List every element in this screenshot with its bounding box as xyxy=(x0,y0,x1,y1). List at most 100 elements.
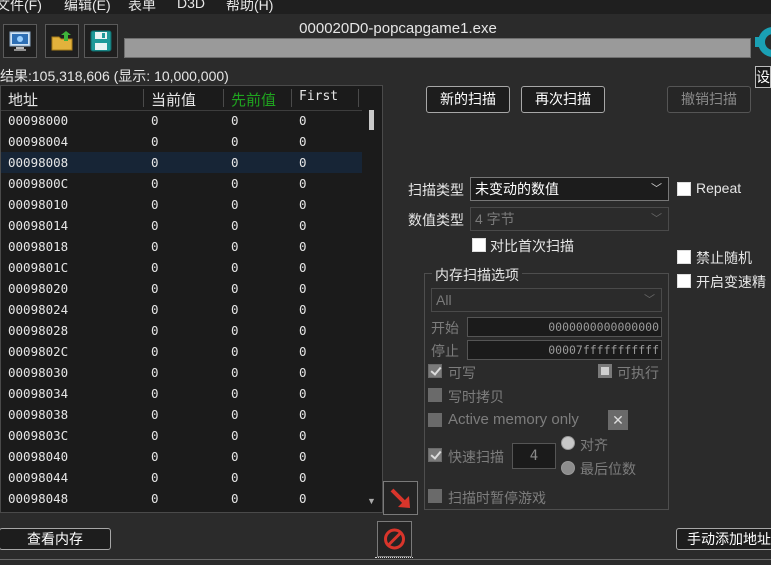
repeat-checkbox[interactable] xyxy=(677,182,691,196)
table-row[interactable]: 00098040 0 0 0 xyxy=(1,446,362,467)
table-row[interactable]: 00098028 0 0 0 xyxy=(1,320,362,341)
align-radio[interactable] xyxy=(561,436,575,450)
menu-d3d[interactable]: D3D xyxy=(177,0,205,11)
cell-first-value: 0 xyxy=(299,428,307,443)
cell-first-value: 0 xyxy=(299,134,307,149)
compare-first-checkbox[interactable] xyxy=(472,238,486,252)
chevron-down-icon: ﹀ xyxy=(651,183,662,195)
table-row[interactable]: 00098010 0 0 0 xyxy=(1,194,362,215)
table-row[interactable]: 00098004 0 0 0 xyxy=(1,131,362,152)
cell-previous-value: 0 xyxy=(231,239,239,254)
table-row[interactable]: 00098020 0 0 0 xyxy=(1,278,362,299)
header-previous-value[interactable]: 先前值 xyxy=(231,89,276,110)
cell-current-value: 0 xyxy=(151,176,159,191)
scan-progress-bar xyxy=(124,38,751,58)
cell-current-value: 0 xyxy=(151,134,159,149)
table-row[interactable]: 0009802C 0 0 0 xyxy=(1,341,362,362)
undo-scan-button[interactable]: 撤销扫描 xyxy=(667,86,751,113)
menu-file[interactable]: 文件(F) xyxy=(0,0,42,14)
cell-previous-value: 0 xyxy=(231,323,239,338)
table-row[interactable]: 00098024 0 0 0 xyxy=(1,299,362,320)
scan-type-select[interactable]: 未变动的数值 ﹀ xyxy=(470,177,669,201)
last-digits-radio[interactable] xyxy=(561,461,575,475)
active-memory-label: Active memory only xyxy=(448,411,579,428)
next-scan-button[interactable]: 再次扫描 xyxy=(521,86,605,113)
cell-first-value: 0 xyxy=(299,113,307,128)
cell-first-value: 0 xyxy=(299,176,307,191)
results-header: 地址 当前值 先前值 First xyxy=(1,86,362,111)
cell-first-value: 0 xyxy=(299,239,307,254)
header-first-value[interactable]: First xyxy=(299,89,338,104)
settings-button[interactable]: 设 xyxy=(755,66,771,88)
table-row[interactable]: 00098034 0 0 0 xyxy=(1,383,362,404)
settings-gear-icon[interactable] xyxy=(753,20,771,60)
add-address-manually-button[interactable]: 手动添加地址 xyxy=(676,528,771,550)
results-list[interactable]: 地址 当前值 先前值 First 00098000 0 0 0 00098004 0 0 0 0… xyxy=(0,85,383,513)
clear-list-button[interactable] xyxy=(377,521,412,557)
cell-address: 0009802C xyxy=(8,344,69,359)
value-type-value: 4 字节 xyxy=(475,211,515,227)
executable-checkbox[interactable] xyxy=(598,364,612,378)
cell-previous-value: 0 xyxy=(231,491,239,506)
header-current-value[interactable]: 当前值 xyxy=(151,89,196,110)
new-scan-button[interactable]: 新的扫描 xyxy=(426,86,510,113)
table-row[interactable]: 00098014 0 0 0 xyxy=(1,215,362,236)
fast-scan-value-field[interactable]: 4 xyxy=(512,443,556,469)
select-process-button[interactable] xyxy=(3,24,37,58)
table-row[interactable]: 0009800C 0 0 0 xyxy=(1,173,362,194)
close-icon[interactable]: ✕ xyxy=(608,410,628,430)
cell-first-value: 0 xyxy=(299,260,307,275)
copy-on-write-label: 写时拷贝 xyxy=(448,389,504,405)
table-row[interactable]: 00098038 0 0 0 xyxy=(1,404,362,425)
fast-scan-checkbox[interactable] xyxy=(428,448,442,462)
active-memory-checkbox[interactable] xyxy=(428,413,442,427)
menu-help[interactable]: 帮助(H) xyxy=(226,0,273,14)
cell-current-value: 0 xyxy=(151,302,159,317)
computer-icon xyxy=(9,31,31,51)
found-count: 结果:105,318,606 (显示: 10,000,000) xyxy=(0,68,229,84)
scrollbar-thumb[interactable] xyxy=(369,110,374,130)
cell-first-value: 0 xyxy=(299,155,307,170)
cell-current-value: 0 xyxy=(151,260,159,275)
table-row[interactable]: 0009803C 0 0 0 xyxy=(1,425,362,446)
cell-first-value: 0 xyxy=(299,491,307,506)
process-title: 000020D0-popcapgame1.exe xyxy=(299,20,497,37)
table-row[interactable]: 00098048 0 0 0 xyxy=(1,488,362,509)
cell-current-value: 0 xyxy=(151,365,159,380)
add-to-addresslist-button[interactable] xyxy=(383,481,418,515)
table-row[interactable]: 0009801C 0 0 0 xyxy=(1,257,362,278)
cell-current-value: 0 xyxy=(151,197,159,212)
table-row[interactable]: 00098030 0 0 0 xyxy=(1,362,362,383)
view-memory-button[interactable]: 查看内存 xyxy=(0,528,111,550)
menu-table[interactable]: 表单 xyxy=(128,0,156,14)
writable-label: 可写 xyxy=(448,365,476,381)
table-row[interactable]: 00098044 0 0 0 xyxy=(1,467,362,488)
enable-speedhack-checkbox[interactable] xyxy=(677,274,691,288)
cell-previous-value: 0 xyxy=(231,407,239,422)
start-address-field[interactable]: 0000000000000000 xyxy=(467,317,662,337)
writable-checkbox[interactable] xyxy=(428,364,442,378)
cell-current-value: 0 xyxy=(151,281,159,296)
save-button[interactable] xyxy=(84,24,118,58)
open-file-button[interactable] xyxy=(45,24,79,58)
last-digits-label: 最后位数 xyxy=(580,461,636,477)
pause-game-checkbox[interactable] xyxy=(428,489,442,503)
header-address[interactable]: 地址 xyxy=(8,89,38,110)
value-type-select[interactable]: 4 字节 ﹀ xyxy=(470,207,669,231)
stop-address-field[interactable]: 00007fffffffffff xyxy=(467,340,662,360)
scroll-down-arrow-icon[interactable]: ▼ xyxy=(367,496,376,506)
table-row[interactable]: 00098000 0 0 0 xyxy=(1,110,362,131)
table-row[interactable]: 00098008 0 0 0 xyxy=(1,152,362,173)
results-scrollbar[interactable]: ▼ xyxy=(362,86,382,512)
no-sign-icon xyxy=(384,528,405,550)
pause-game-label: 扫描时暂停游戏 xyxy=(448,490,546,506)
cell-previous-value: 0 xyxy=(231,428,239,443)
cell-address: 00098024 xyxy=(8,302,69,317)
table-row[interactable]: 00098018 0 0 0 xyxy=(1,236,362,257)
copy-on-write-checkbox[interactable] xyxy=(428,388,442,402)
cell-first-value: 0 xyxy=(299,344,307,359)
cell-address: 00098034 xyxy=(8,386,69,401)
menu-edit[interactable]: 编辑(E) xyxy=(64,0,111,14)
disable-random-checkbox[interactable] xyxy=(677,250,691,264)
memory-region-select[interactable]: All ﹀ xyxy=(431,288,662,312)
